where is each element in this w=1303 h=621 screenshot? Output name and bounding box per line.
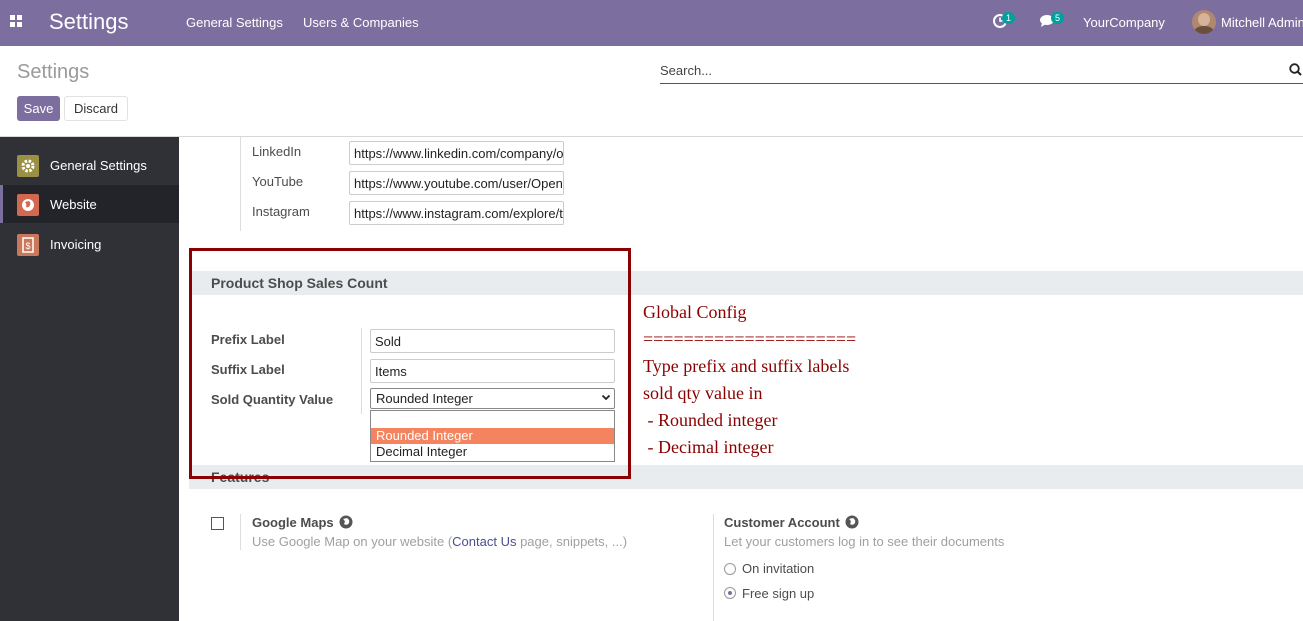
- menu-general-settings[interactable]: General Settings: [186, 15, 283, 30]
- invoice-icon: $: [17, 234, 39, 256]
- apps-menu-icon[interactable]: [10, 15, 23, 28]
- activity-count-badge: 1: [1002, 12, 1016, 24]
- search-icon[interactable]: [1289, 63, 1302, 76]
- linkedin-field[interactable]: https://www.linkedin.com/company/odoo: [349, 141, 564, 165]
- youtube-field[interactable]: https://www.youtube.com/user/OpenERPonli…: [349, 171, 564, 195]
- messaging-button[interactable]: 5: [1040, 12, 1065, 31]
- settings-sidebar: General Settings Website $ Invoicing: [0, 137, 179, 621]
- page-title: Settings: [17, 61, 90, 83]
- on-invitation-label: On invitation: [742, 561, 815, 576]
- activity-button[interactable]: 1: [993, 12, 1016, 31]
- globe-icon: [845, 515, 859, 529]
- company-switcher[interactable]: YourCompany: [1083, 15, 1165, 30]
- free-sign-up-label: Free sign up: [742, 586, 815, 601]
- search-input[interactable]: [660, 60, 1260, 80]
- discard-button[interactable]: Discard: [64, 96, 128, 121]
- divider: [240, 137, 241, 231]
- annotation-line: Global Config: [643, 302, 747, 322]
- sidebar-item-website[interactable]: Website: [0, 185, 179, 223]
- google-maps-title: Google Maps: [252, 515, 334, 530]
- sidebar-item-label: General Settings: [50, 158, 147, 173]
- divider: [240, 514, 241, 550]
- menu-users-companies[interactable]: Users & Companies: [303, 15, 419, 30]
- desc-text: Use Google Map on your website (: [252, 534, 453, 549]
- app-title: Settings: [49, 9, 129, 34]
- instagram-label: Instagram: [252, 204, 310, 219]
- save-button[interactable]: Save: [17, 96, 60, 121]
- annotation-line: Type prefix and suffix labels: [643, 356, 850, 376]
- free-sign-up-radio[interactable]: [724, 587, 736, 599]
- top-navbar: Settings General Settings Users & Compan…: [0, 0, 1303, 46]
- search-bar: [660, 60, 1303, 84]
- annotation-line: - Rounded integer: [643, 410, 778, 430]
- desc-text: page, snippets, ...): [516, 534, 628, 549]
- settings-content: LinkedIn https://www.linkedin.com/compan…: [179, 137, 1303, 621]
- sidebar-item-label: Invoicing: [50, 237, 102, 252]
- annotation-line: sold qty value in: [643, 383, 763, 403]
- control-panel: Settings Save Discard: [0, 46, 1303, 137]
- user-avatar[interactable]: [1192, 10, 1216, 34]
- user-menu[interactable]: Mitchell Admin: [1221, 15, 1303, 30]
- contact-us-link[interactable]: Contact Us: [452, 534, 516, 549]
- sidebar-item-general-settings[interactable]: General Settings: [0, 146, 179, 184]
- annotation-line: - Decimal integer: [643, 437, 774, 457]
- sidebar-item-label: Website: [50, 197, 97, 212]
- on-invitation-radio[interactable]: [724, 563, 736, 575]
- highlight-box: [189, 248, 631, 479]
- customer-account-description: Let your customers log in to see their d…: [724, 534, 1005, 549]
- google-maps-checkbox[interactable]: [211, 517, 224, 530]
- gear-icon: [17, 155, 39, 177]
- message-count-badge: 5: [1051, 12, 1065, 24]
- svg-text:$: $: [25, 241, 30, 251]
- annotation-line: =====================: [643, 329, 857, 349]
- linkedin-label: LinkedIn: [252, 144, 302, 159]
- instagram-field[interactable]: https://www.instagram.com/explore/tags/o…: [349, 201, 564, 225]
- google-maps-description: Use Google Map on your website (Contact …: [252, 534, 627, 549]
- globe-icon: [17, 194, 39, 216]
- customer-account-title: Customer Account: [724, 515, 840, 530]
- sidebar-item-invoicing[interactable]: $ Invoicing: [0, 225, 179, 263]
- globe-icon: [339, 515, 353, 529]
- youtube-label: YouTube: [252, 174, 304, 189]
- divider: [713, 514, 714, 621]
